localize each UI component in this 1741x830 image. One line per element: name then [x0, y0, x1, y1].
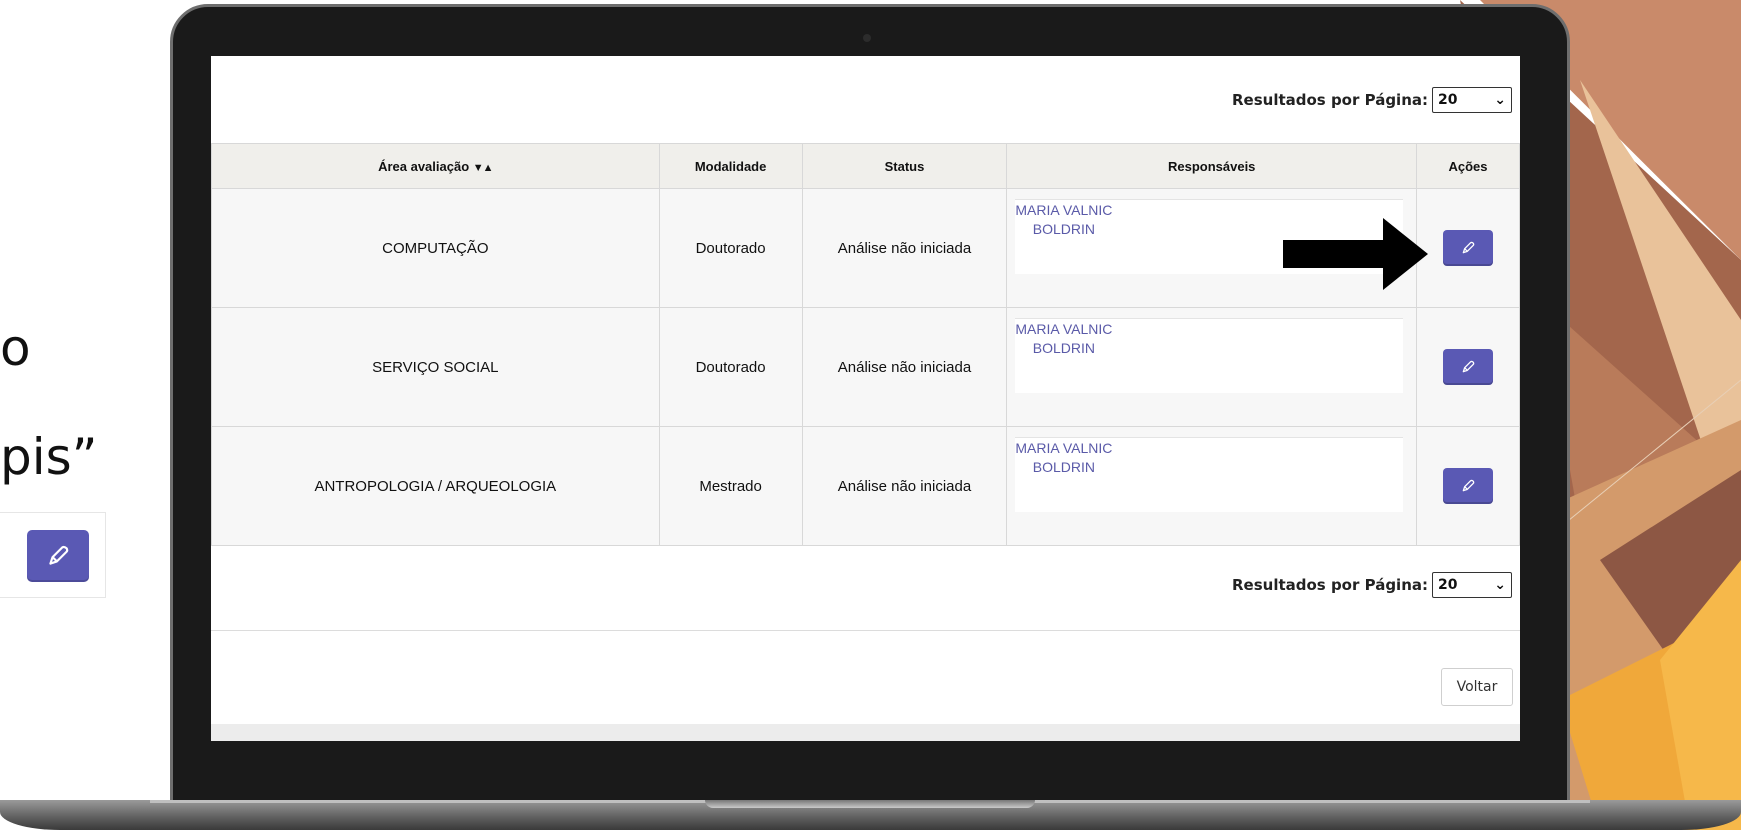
results-per-page-top: Resultados por Página: 20 ⌄ [1232, 87, 1512, 113]
results-per-page-label: Resultados por Página: [1231, 91, 1428, 109]
cell-area: COMPUTAÇÃO [211, 188, 660, 308]
screen: Resultados por Página: 20 ⌄ Área avaliaç… [211, 56, 1520, 741]
responsavel-link[interactable]: MARIA VALNIC BOLDRIN [1015, 439, 1112, 477]
cell-area: SERVIÇO SOCIAL [211, 307, 660, 427]
edit-button[interactable] [1443, 468, 1494, 504]
results-per-page-label: Resultados por Página: [1231, 576, 1428, 594]
cell-responsaveis: MARIA VALNIC BOLDRIN [1006, 307, 1418, 427]
results-per-page-bottom: Resultados por Página: 20 ⌄ [1232, 572, 1512, 598]
cell-status: Análise não iniciada [801, 426, 1008, 546]
results-per-page-select[interactable]: 20 ⌄ [1432, 572, 1512, 598]
edit-button[interactable] [1443, 230, 1494, 266]
cell-responsaveis: MARIA VALNIC BOLDRIN [1006, 426, 1418, 546]
cell-modalidade: Doutorado [658, 307, 803, 427]
table-row: SERVIÇO SOCIAL Doutorado Análise não ini… [211, 307, 1520, 427]
results-per-page-value: 20 [1438, 577, 1458, 593]
column-header-area[interactable]: Área avaliação ▼▲ [211, 143, 660, 189]
slide-edit-button-illustration [0, 512, 106, 598]
pencil-icon [1462, 360, 1475, 373]
cell-modalidade: Doutorado [658, 188, 803, 308]
areas-table: Área avaliação ▼▲ Modalidade Status Resp… [211, 143, 1520, 546]
pencil-icon [1462, 479, 1475, 492]
laptop-camera [863, 34, 871, 42]
slide-text-fragment: o [0, 319, 31, 377]
column-header-modalidade: Modalidade [658, 143, 803, 189]
results-per-page-value: 20 [1438, 92, 1458, 108]
cell-acoes [1416, 188, 1520, 308]
cell-area: ANTROPOLOGIA / ARQUEOLOGIA [211, 426, 660, 546]
footer-strip [211, 724, 1520, 741]
cell-acoes [1416, 307, 1520, 427]
results-per-page-select[interactable]: 20 ⌄ [1432, 87, 1512, 113]
cell-modalidade: Mestrado [658, 426, 803, 546]
column-header-status: Status [801, 143, 1008, 189]
chevron-down-icon: ⌄ [1494, 577, 1506, 593]
cell-status: Análise não iniciada [801, 307, 1008, 427]
cell-acoes [1416, 426, 1520, 546]
divider [211, 630, 1520, 631]
table-row: ANTROPOLOGIA / ARQUEOLOGIA Mestrado Anál… [211, 426, 1520, 546]
voltar-button[interactable]: Voltar [1441, 668, 1513, 706]
pointer-arrow-icon [1283, 218, 1428, 290]
slide-text-fragment: pis” [0, 428, 98, 486]
column-header-responsaveis: Responsáveis [1006, 143, 1418, 189]
pencil-icon [1462, 241, 1475, 254]
cell-status: Análise não iniciada [801, 188, 1008, 308]
edit-button[interactable] [1443, 349, 1494, 385]
laptop-base [0, 800, 1741, 830]
responsavel-link[interactable]: MARIA VALNIC BOLDRIN [1015, 320, 1112, 358]
column-header-acoes: Ações [1416, 143, 1520, 189]
chevron-down-icon: ⌄ [1494, 92, 1506, 108]
sort-icon[interactable]: ▼▲ [473, 162, 494, 174]
pencil-icon [49, 545, 69, 565]
responsavel-link[interactable]: MARIA VALNIC BOLDRIN [1015, 201, 1112, 239]
